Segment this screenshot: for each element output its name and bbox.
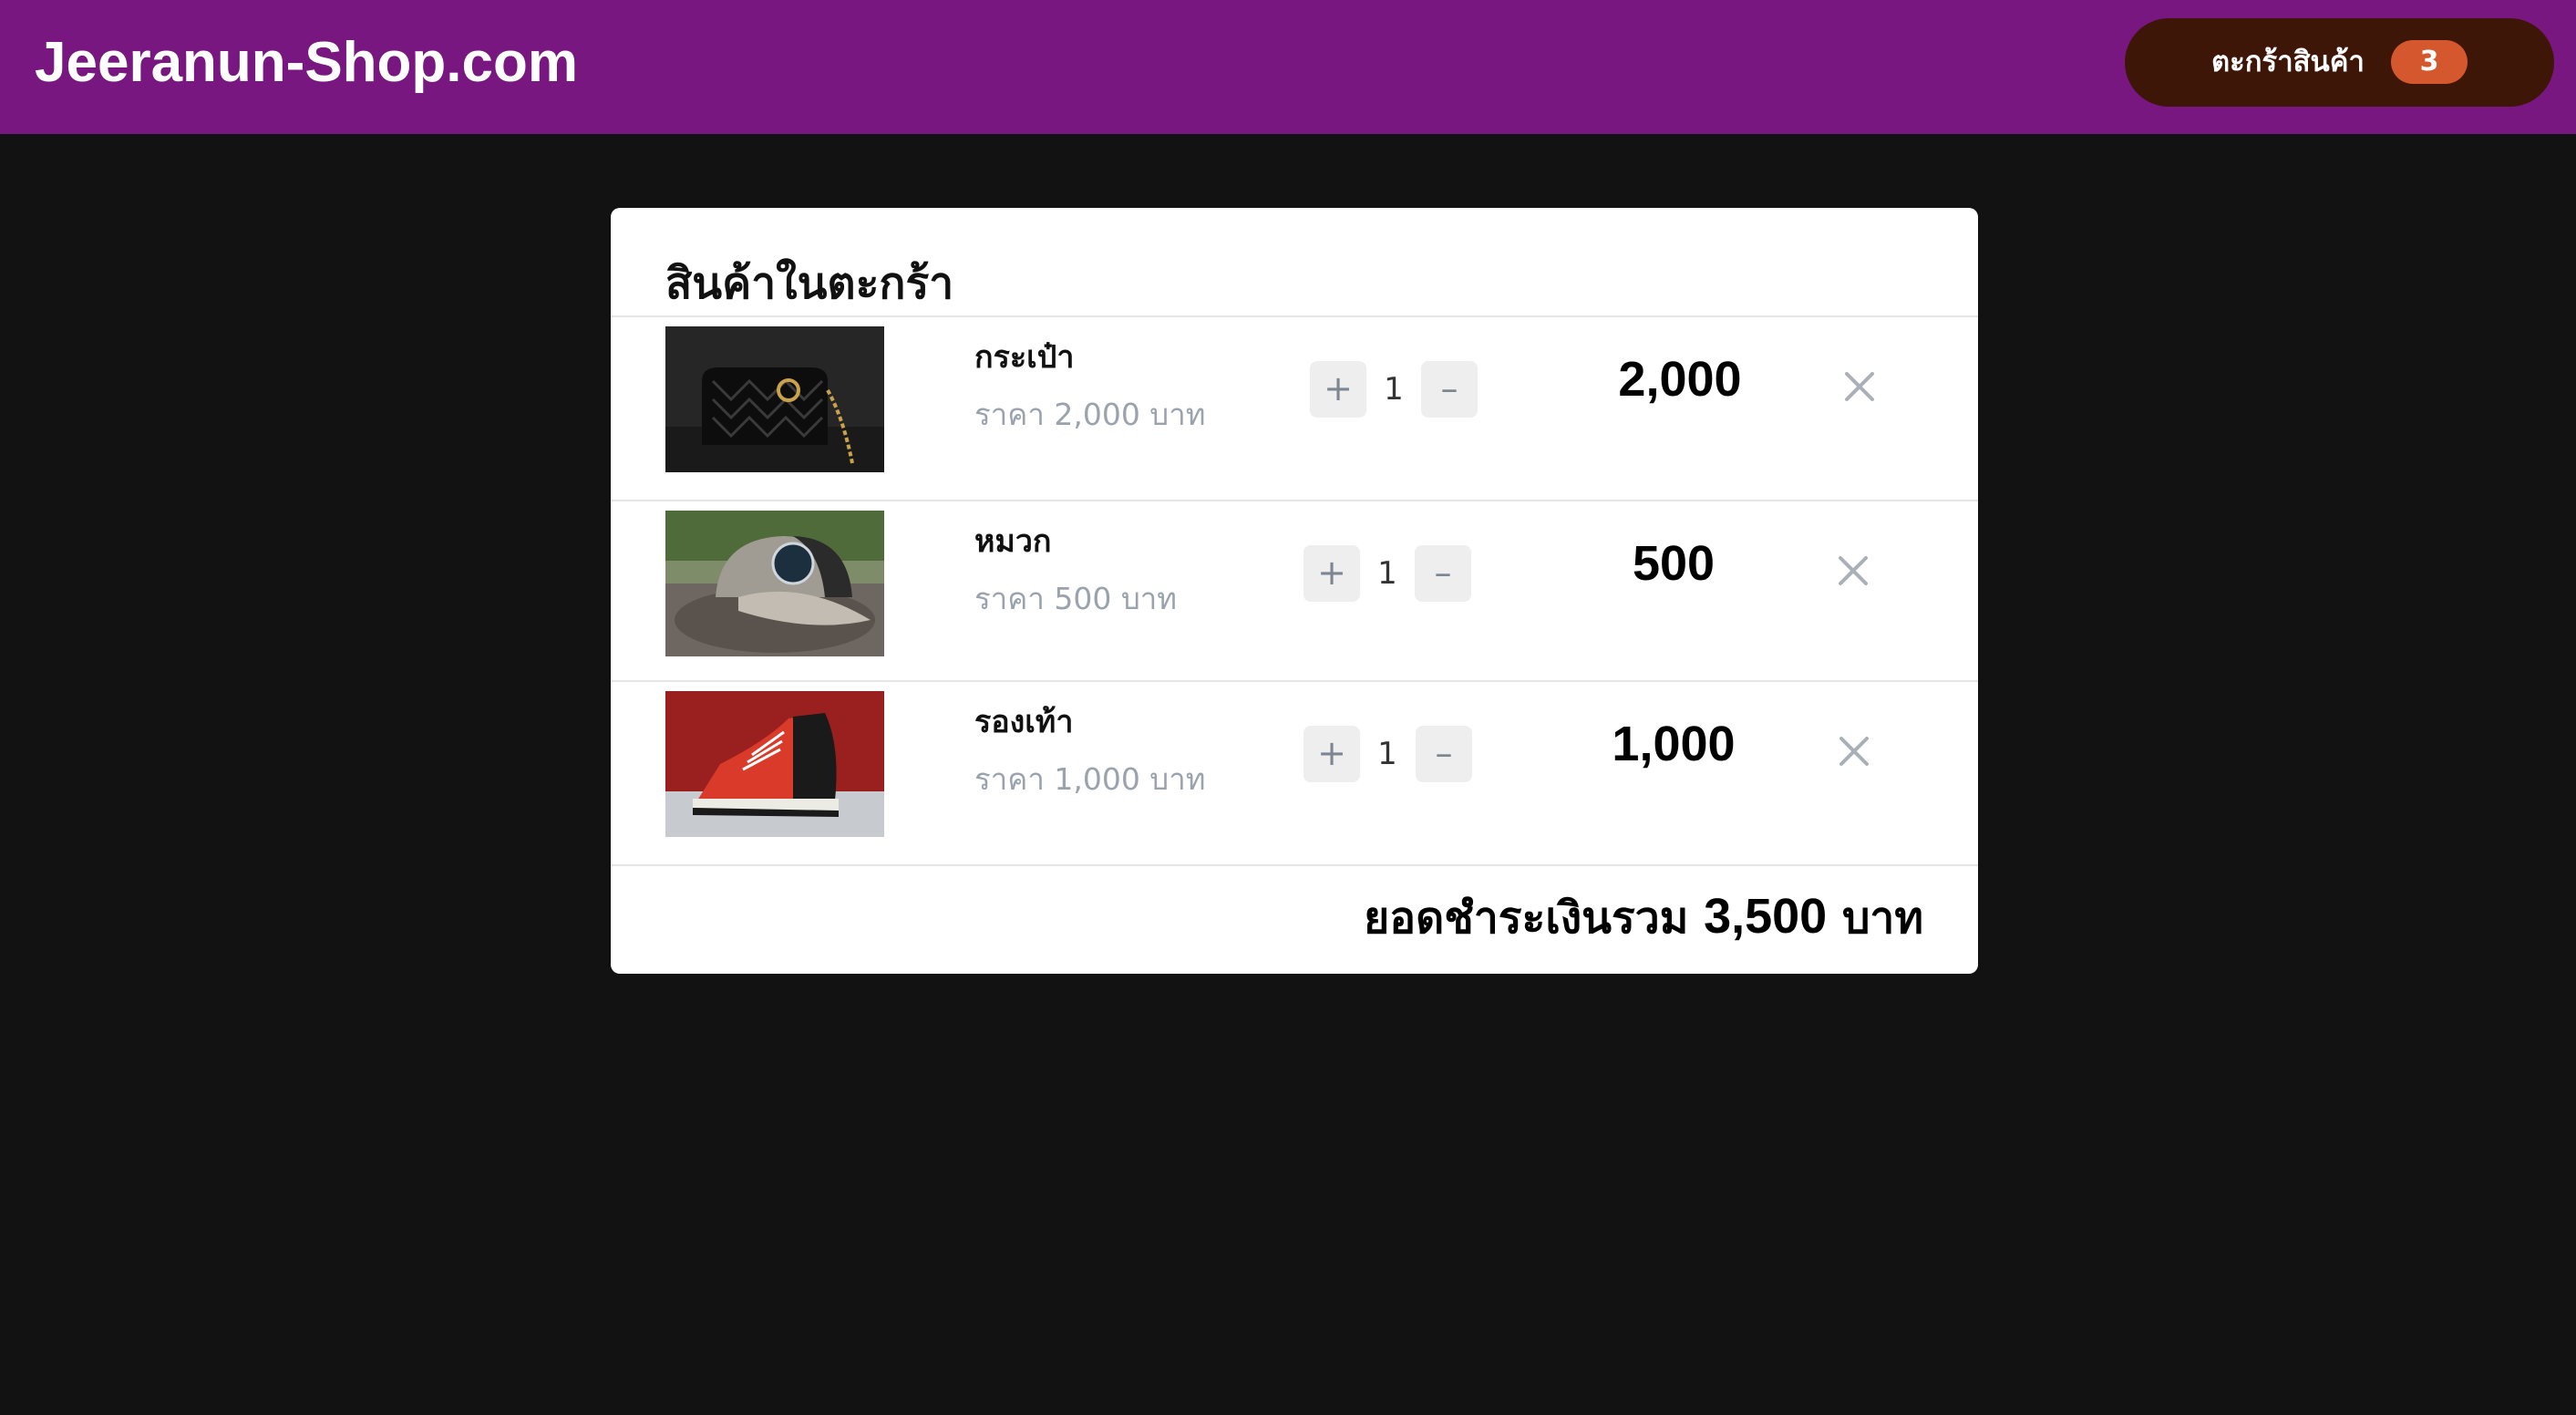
- product-image: [665, 326, 884, 472]
- order-total-amount: 3,500: [1704, 889, 1828, 944]
- increase-qty-button[interactable]: +: [1303, 726, 1360, 782]
- order-total-currency: บาท: [1841, 893, 1923, 944]
- cart-button[interactable]: ตะกร้าสินค้า 3: [2125, 18, 2554, 107]
- cap-photo: [665, 511, 884, 656]
- remove-item-button[interactable]: [1827, 724, 1881, 779]
- order-total: ยอดชำระเงินรวม 3,500 บาท: [1364, 884, 1923, 948]
- decrease-qty-button[interactable]: –: [1415, 545, 1471, 602]
- cart-panel: สินค้าในตะกร้า กระเป๋า ราคา 2,000 บาท + …: [611, 208, 1978, 974]
- qty-value: 1: [1377, 555, 1397, 592]
- cart-item: หมวก ราคา 500 บาท + 1 – 500: [611, 501, 1978, 684]
- handbag-photo: [665, 326, 884, 472]
- item-unit-price: ราคา 1,000 บาท: [974, 761, 1206, 797]
- remove-icon: [1845, 372, 1874, 401]
- item-name: รองเท้า: [974, 704, 1074, 740]
- cart-item: รองเท้า ราคา 1,000 บาท + 1 – 1,000: [611, 682, 1978, 864]
- remove-icon: [1839, 556, 1868, 585]
- remove-icon: [1839, 737, 1869, 766]
- cart-button-label: ตะกร้าสินค้า: [2211, 46, 2365, 78]
- remove-item-button[interactable]: [1832, 359, 1887, 414]
- remove-item-button[interactable]: [1826, 543, 1880, 598]
- cart-count-badge: 3: [2391, 40, 2468, 84]
- cart-item: กระเป๋า ราคา 2,000 บาท + 1 – 2,000: [611, 317, 1978, 500]
- line-total: 1,000: [1612, 717, 1736, 771]
- qty-value: 1: [1377, 736, 1397, 772]
- line-total: 2,000: [1618, 352, 1742, 407]
- item-unit-price: ราคา 500 บาท: [974, 581, 1178, 616]
- decrease-qty-button[interactable]: –: [1421, 361, 1478, 418]
- item-unit-price: ราคา 2,000 บาท: [974, 397, 1206, 432]
- order-total-label: ยอดชำระเงินรวม: [1364, 893, 1689, 944]
- item-name: หมวก: [974, 523, 1052, 560]
- increase-qty-button[interactable]: +: [1303, 545, 1360, 602]
- line-total: 500: [1632, 536, 1716, 591]
- product-image: [665, 691, 884, 837]
- sneaker-photo: [665, 691, 884, 837]
- site-logo[interactable]: Jeeranun-Shop.com: [35, 31, 578, 95]
- item-name: กระเป๋า: [974, 339, 1075, 376]
- divider: [611, 864, 1978, 866]
- cart-title: สินค้าในตะกร้า: [665, 258, 954, 309]
- qty-value: 1: [1384, 371, 1404, 408]
- product-image: [665, 511, 884, 656]
- top-navbar: Jeeranun-Shop.com ตะกร้าสินค้า 3: [0, 0, 2576, 134]
- decrease-qty-button[interactable]: –: [1416, 726, 1472, 782]
- increase-qty-button[interactable]: +: [1310, 361, 1366, 418]
